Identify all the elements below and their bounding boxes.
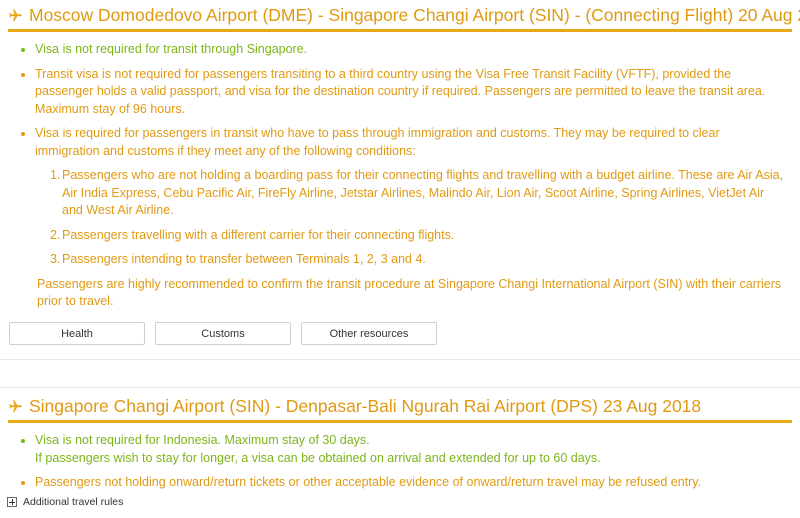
condition-number: 1. — [50, 168, 61, 182]
additional-travel-rules-toggle[interactable]: Additional travel rules — [7, 496, 123, 508]
health-button[interactable]: Health — [9, 322, 145, 345]
rule-text: Visa is required for passengers in trans… — [35, 126, 720, 158]
segment-1-title: Moscow Domodedovo Airport (DME) - Singap… — [29, 5, 800, 25]
segment-1-header: Moscow Domodedovo Airport (DME) - Singap… — [8, 5, 800, 32]
other-resources-button[interactable]: Other resources — [301, 322, 437, 345]
rule-text: If passengers wish to stay for longer, a… — [35, 450, 601, 465]
condition-number: 2. — [50, 227, 61, 242]
resource-buttons: Health Customs Other resources — [9, 322, 437, 345]
condition-list: 1. Passengers who are not holding a boar… — [35, 167, 784, 269]
airplane-icon — [9, 9, 22, 22]
customs-button[interactable]: Customs — [155, 322, 291, 345]
condition-item: 3. Passengers intending to transfer betw… — [35, 251, 784, 269]
rule-item: Transit visa is not required for passeng… — [14, 66, 784, 119]
condition-item: 2. Passengers travelling with a differen… — [35, 227, 784, 245]
rule-text: Visa is not required for Indonesia. Maxi… — [35, 433, 370, 447]
additional-travel-rules-label: Additional travel rules — [23, 496, 124, 508]
rule-item: Passengers not holding onward/return tic… — [14, 474, 784, 492]
condition-text: Passengers travelling with a different c… — [62, 227, 455, 242]
rule-item: Visa is not required for transit through… — [14, 41, 784, 59]
condition-number: 3. — [50, 252, 61, 266]
segment-2-title: Singapore Changi Airport (SIN) - Denpasa… — [29, 396, 702, 416]
segment-2-rules: Visa is not required for Indonesia. Maxi… — [14, 432, 784, 499]
segment-1-rules: Visa is not required for transit through… — [14, 41, 784, 318]
airplane-icon — [9, 400, 22, 413]
transit-note: Passengers are highly recommended to con… — [37, 276, 782, 309]
condition-text: Passengers who are not holding a boardin… — [62, 168, 784, 217]
segment-2-header: Singapore Changi Airport (SIN) - Denpasa… — [8, 396, 792, 423]
condition-item: 1. Passengers who are not holding a boar… — [35, 167, 784, 220]
condition-text: Passengers intending to transfer between… — [62, 252, 426, 266]
rule-item: Visa is required for passengers in trans… — [14, 125, 784, 311]
divider — [0, 359, 800, 360]
expand-plus-icon — [7, 497, 17, 507]
rule-item: Visa is not required for Indonesia. Maxi… — [14, 432, 784, 467]
divider — [0, 387, 800, 388]
